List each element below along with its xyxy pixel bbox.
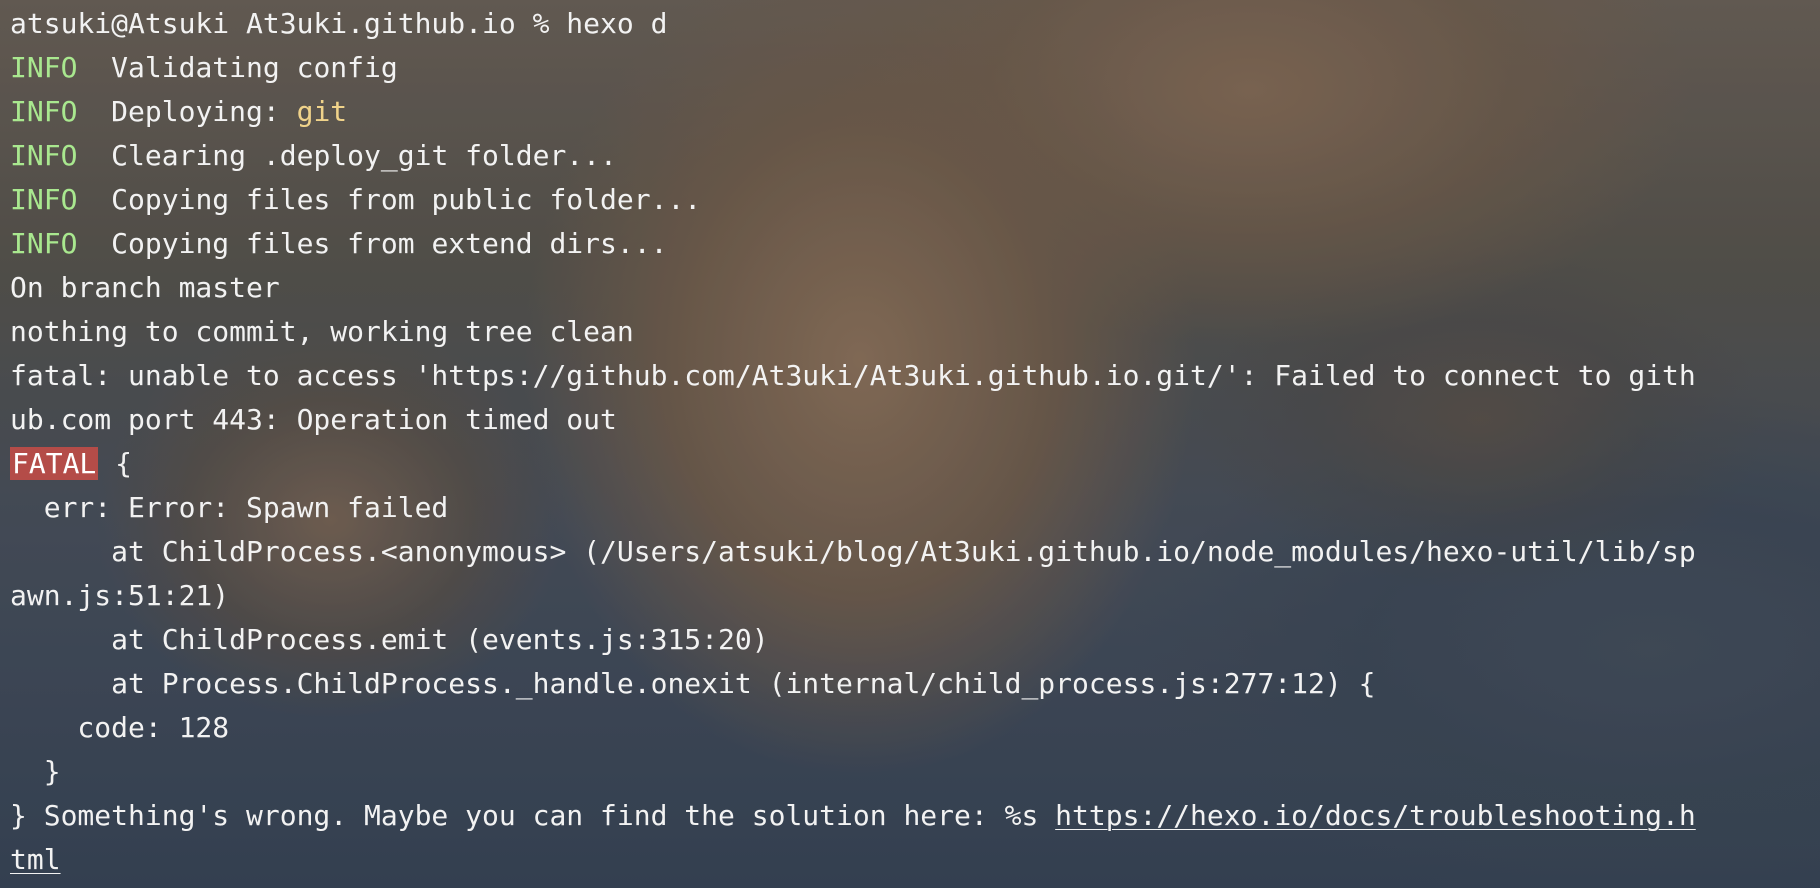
log-spacer: [280, 95, 297, 128]
footer-line: } Something's wrong. Maybe you can find …: [10, 794, 1810, 838]
footer-text: } Something's wrong. Maybe you can find …: [10, 799, 1056, 832]
log-text: Clearing .deploy_git folder...: [111, 139, 617, 172]
log-text: Validating config: [111, 51, 398, 84]
log-line: INFO Copying files from public folder...: [10, 178, 1810, 222]
log-text: Deploying:: [111, 95, 280, 128]
log-spacer: [77, 95, 111, 128]
log-spacer: [77, 51, 111, 84]
footer-line-wrap: tml: [10, 838, 1810, 882]
log-spacer: [77, 183, 111, 216]
info-tag: INFO: [10, 227, 78, 260]
error-line: code: 128: [10, 711, 230, 744]
log-line: INFO Validating config: [10, 46, 1810, 90]
log-spacer: [77, 227, 111, 260]
terminal-content: atsuki@Atsuki At3uki.github.io % hexo d …: [0, 0, 1820, 882]
error-line: err: Error: Spawn failed: [10, 491, 449, 524]
fatal-tag: FATAL: [10, 447, 99, 480]
error-line: at Process.ChildProcess._handle.onexit (…: [10, 667, 1376, 700]
log-text: Copying files from extend dirs...: [111, 227, 668, 260]
git-output-line: fatal: unable to access 'https://github.…: [10, 359, 1696, 392]
log-spacer: [77, 139, 111, 172]
log-line: INFO Copying files from extend dirs...: [10, 222, 1810, 266]
troubleshooting-link-wrap[interactable]: tml: [10, 843, 61, 876]
info-tag: INFO: [10, 95, 78, 128]
git-output-line: nothing to commit, working tree clean: [10, 315, 634, 348]
fatal-open-brace: {: [98, 447, 133, 480]
troubleshooting-link[interactable]: https://hexo.io/docs/troubleshooting.h: [1055, 799, 1696, 832]
git-output-line: On branch master: [10, 271, 280, 304]
error-line: }: [10, 755, 61, 788]
terminal-window[interactable]: atsuki@Atsuki At3uki.github.io % hexo d …: [0, 0, 1820, 888]
git-output-line: ub.com port 443: Operation timed out: [10, 403, 617, 436]
info-tag: INFO: [10, 183, 78, 216]
error-line: at ChildProcess.<anonymous> (/Users/atsu…: [10, 535, 1696, 568]
error-line: awn.js:51:21): [10, 579, 230, 612]
log-text: Copying files from public folder...: [111, 183, 702, 216]
prompt-line: atsuki@Atsuki At3uki.github.io % hexo d: [10, 7, 668, 40]
info-tag: INFO: [10, 51, 78, 84]
log-line: INFO Clearing .deploy_git folder...: [10, 134, 1810, 178]
log-line: INFO Deploying: git: [10, 90, 1810, 134]
error-line: at ChildProcess.emit (events.js:315:20): [10, 623, 769, 656]
fatal-line: FATAL {: [10, 442, 1810, 486]
log-highlight: git: [296, 95, 348, 128]
info-tag: INFO: [10, 139, 78, 172]
